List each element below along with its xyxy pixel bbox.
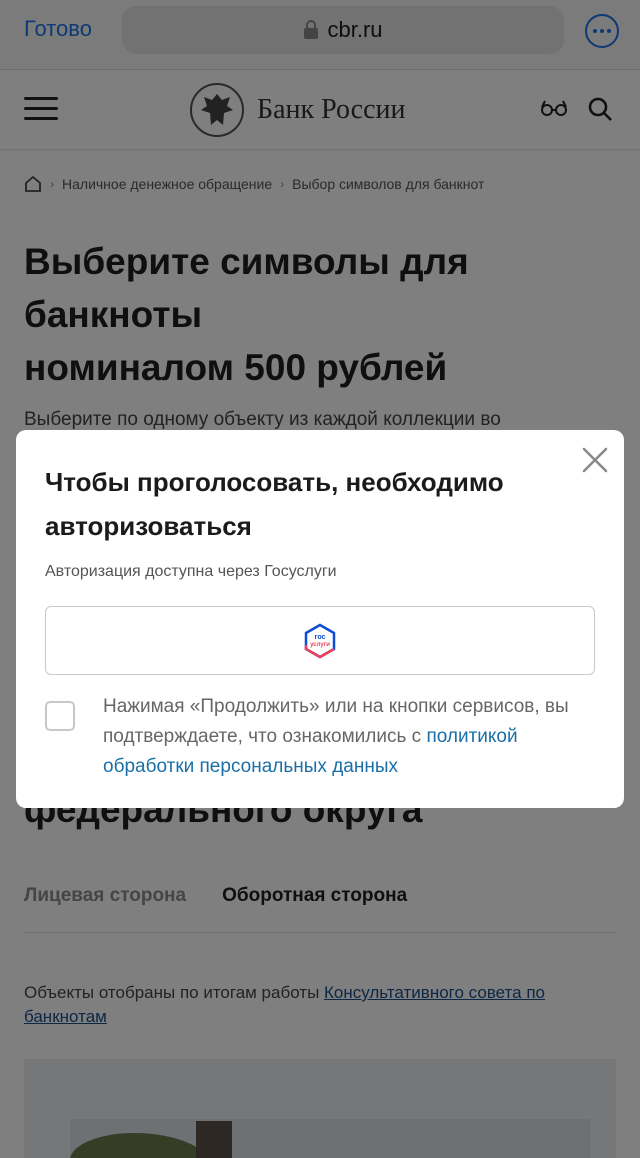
consent-text: Нажимая «Продолжить» или на кнопки серви… <box>103 696 569 777</box>
modal-title: Чтобы проголосовать, необходимо авторизо… <box>45 467 504 541</box>
close-icon[interactable] <box>581 446 609 474</box>
gosuslugi-login-button[interactable]: гос услуги <box>45 606 595 675</box>
consent-checkbox[interactable] <box>45 701 75 731</box>
gosuslugi-logo-icon: гос услуги <box>304 623 336 658</box>
modal-subtitle: Авторизация доступна через Госуслуги <box>45 563 337 580</box>
svg-text:гос: гос <box>315 634 326 641</box>
svg-text:услуги: услуги <box>310 642 330 648</box>
auth-modal: Чтобы проголосовать, необходимо авторизо… <box>16 430 624 808</box>
